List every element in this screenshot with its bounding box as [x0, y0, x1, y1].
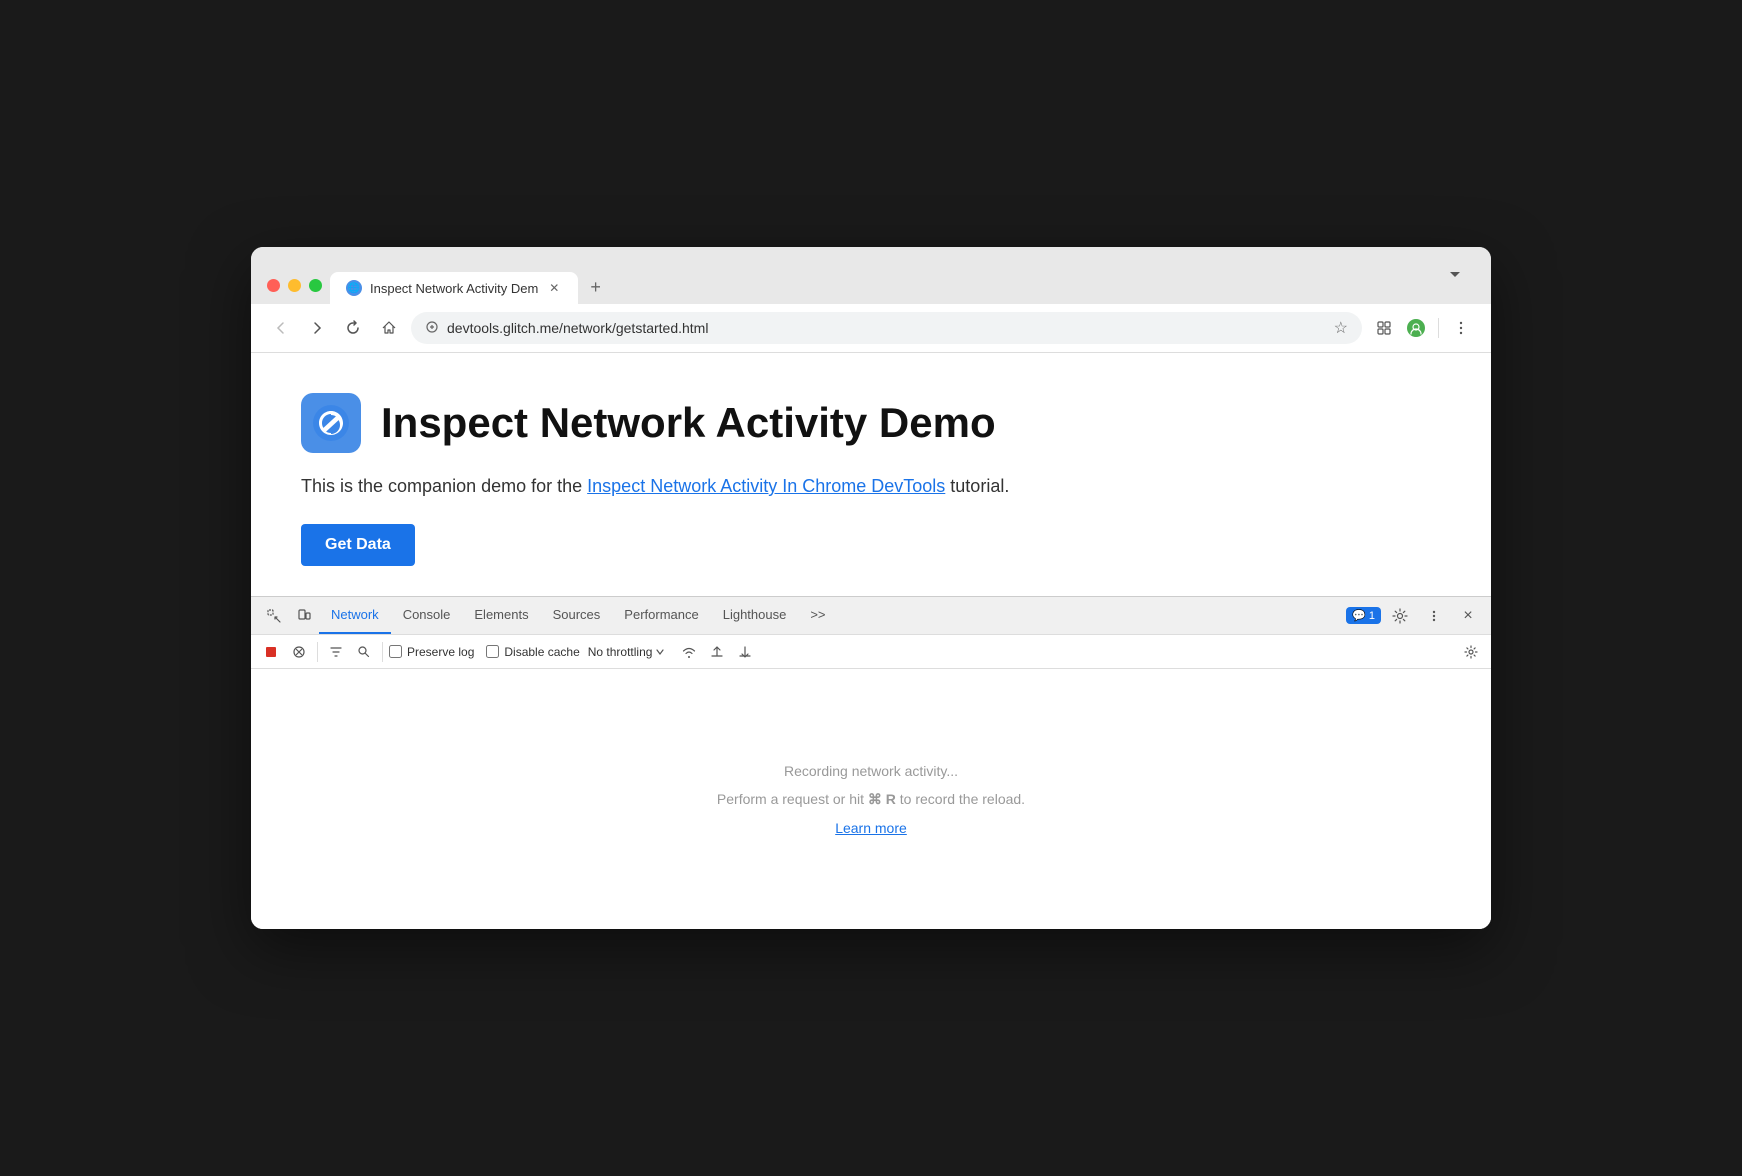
- devtools-tabs: Network Console Elements Sources Perform…: [251, 597, 1491, 635]
- page-content: Inspect Network Activity Demo This is th…: [251, 353, 1491, 596]
- tab-title: Inspect Network Activity Dem: [370, 281, 538, 296]
- preserve-log-checkbox-wrap[interactable]: Preserve log: [389, 645, 474, 659]
- active-tab[interactable]: 🌐 Inspect Network Activity Dem ✕: [330, 272, 578, 304]
- toolbar-divider2: [382, 642, 383, 662]
- maximize-window-btn[interactable]: [309, 279, 322, 292]
- minimize-window-btn[interactable]: [288, 279, 301, 292]
- extensions-icon[interactable]: [1370, 314, 1398, 342]
- inspect-element-icon[interactable]: [259, 601, 289, 631]
- url-text: devtools.glitch.me/network/getstarted.ht…: [447, 320, 1326, 336]
- throttle-label: No throttling: [588, 645, 653, 659]
- filter-btn[interactable]: [324, 640, 348, 664]
- tab-overflow-btn[interactable]: >>: [798, 597, 837, 634]
- devtools-close-btn[interactable]: ×: [1453, 601, 1483, 631]
- profile-icon[interactable]: [1402, 314, 1430, 342]
- preserve-log-label: Preserve log: [407, 645, 474, 659]
- browser-window: 🌐 Inspect Network Activity Dem ✕ +: [251, 247, 1491, 929]
- tab-performance[interactable]: Performance: [612, 597, 710, 634]
- console-badge[interactable]: 💬 1: [1346, 607, 1381, 624]
- tab-favicon-icon: 🌐: [346, 280, 362, 296]
- get-data-button[interactable]: Get Data: [301, 524, 415, 566]
- browser-toolbar-icons: [1370, 314, 1475, 342]
- tab-close-btn[interactable]: ✕: [546, 280, 562, 296]
- title-bar: 🌐 Inspect Network Activity Dem ✕ +: [251, 247, 1491, 304]
- description-suffix: tutorial.: [945, 476, 1009, 496]
- tab-sources[interactable]: Sources: [541, 597, 613, 634]
- learn-more-link[interactable]: Learn more: [835, 820, 907, 836]
- disable-cache-checkbox[interactable]: [486, 645, 499, 658]
- site-logo: [301, 393, 361, 453]
- recording-text: Recording network activity...: [784, 763, 958, 779]
- tab-lighthouse[interactable]: Lighthouse: [711, 597, 799, 634]
- disable-cache-checkbox-wrap[interactable]: Disable cache: [486, 645, 579, 659]
- network-settings-icon[interactable]: [1459, 640, 1483, 664]
- devtools-panel: Network Console Elements Sources Perform…: [251, 596, 1491, 929]
- network-content: Recording network activity... Perform a …: [251, 669, 1491, 929]
- tab-elements[interactable]: Elements: [462, 597, 540, 634]
- wifi-icon-btn[interactable]: [677, 640, 701, 664]
- refresh-btn[interactable]: [339, 314, 367, 342]
- toolbar-divider1: [317, 642, 318, 662]
- devtools-settings-icon[interactable]: [1385, 601, 1415, 631]
- page-title-row: Inspect Network Activity Demo: [301, 393, 1441, 453]
- forward-btn[interactable]: [303, 314, 331, 342]
- new-tab-btn[interactable]: +: [578, 270, 613, 304]
- device-toolbar-icon[interactable]: [289, 601, 319, 631]
- disable-cache-label: Disable cache: [504, 645, 579, 659]
- badge-count: 1: [1369, 610, 1375, 622]
- record-stop-btn[interactable]: [259, 640, 283, 664]
- description-link[interactable]: Inspect Network Activity In Chrome DevTo…: [587, 476, 945, 496]
- download-icon-btn[interactable]: [733, 640, 757, 664]
- devtools-tabs-right: 💬 1 ×: [1346, 601, 1483, 631]
- page-description: This is the companion demo for the Inspe…: [301, 473, 1441, 500]
- close-window-btn[interactable]: [267, 279, 280, 292]
- clear-log-btn[interactable]: [287, 640, 311, 664]
- toolbar-divider: [1438, 318, 1439, 338]
- back-btn[interactable]: [267, 314, 295, 342]
- throttle-select[interactable]: No throttling: [584, 643, 670, 661]
- perform-text: Perform a request or hit ⌘ R to record t…: [717, 791, 1025, 808]
- bookmark-icon[interactable]: ☆: [1334, 318, 1348, 338]
- tab-network[interactable]: Network: [319, 597, 391, 634]
- network-toolbar: Preserve log Disable cache No throttling: [251, 635, 1491, 669]
- address-bar[interactable]: devtools.glitch.me/network/getstarted.ht…: [411, 312, 1362, 344]
- description-prefix: This is the companion demo for the: [301, 476, 587, 496]
- tab-bar: 🌐 Inspect Network Activity Dem ✕ +: [330, 259, 1475, 304]
- badge-icon: 💬: [1352, 609, 1366, 622]
- upload-icon-btn[interactable]: [705, 640, 729, 664]
- security-icon: [425, 320, 439, 337]
- page-heading: Inspect Network Activity Demo: [381, 398, 996, 448]
- devtools-more-icon[interactable]: [1419, 601, 1449, 631]
- tab-console[interactable]: Console: [391, 597, 463, 634]
- search-btn[interactable]: [352, 640, 376, 664]
- address-bar-row: devtools.glitch.me/network/getstarted.ht…: [251, 304, 1491, 353]
- window-controls: [267, 279, 322, 304]
- tab-overflow-btn[interactable]: [1435, 259, 1475, 304]
- preserve-log-checkbox[interactable]: [389, 645, 402, 658]
- chrome-menu-icon[interactable]: [1447, 314, 1475, 342]
- home-btn[interactable]: [375, 314, 403, 342]
